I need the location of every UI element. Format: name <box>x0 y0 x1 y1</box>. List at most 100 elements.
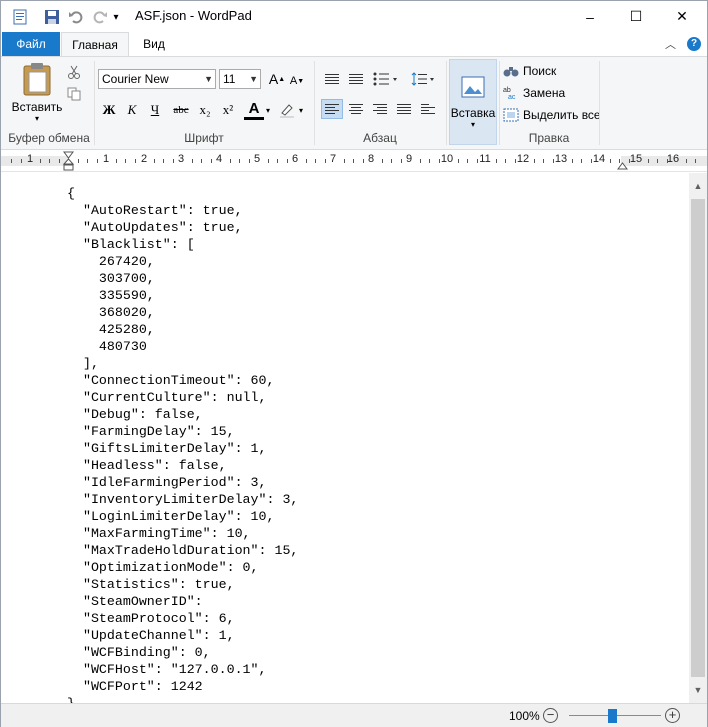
paste-label: Вставить <box>11 99 63 114</box>
bold-button[interactable]: Ж <box>99 100 119 120</box>
document-line: ], <box>67 356 99 371</box>
customize-toolbar-button[interactable]: ▾ <box>110 7 122 27</box>
replace-label: Замена <box>523 86 566 100</box>
paste-dropdown-icon[interactable]: ▾ <box>35 114 39 123</box>
tab-view[interactable]: Вид <box>134 32 174 56</box>
ruler-tick <box>572 159 573 163</box>
align-center-icon[interactable] <box>345 99 367 119</box>
ruler-number: 9 <box>405 153 413 165</box>
document-line: "SteamProtocol": 6, <box>67 611 235 626</box>
cut-icon[interactable] <box>65 63 83 81</box>
ruler-tick <box>543 159 544 163</box>
paragraph-settings-icon[interactable] <box>417 99 439 119</box>
ruler-number: 14 <box>592 153 606 165</box>
bullets-icon[interactable] <box>371 69 401 89</box>
font-size-select[interactable]: 11 ▼ <box>219 69 261 89</box>
strikethrough-button[interactable]: abc <box>169 100 193 120</box>
scroll-down-icon[interactable]: ▼ <box>689 681 707 699</box>
ribbon-tabs: Файл Главная Вид ︿ ? <box>1 32 707 56</box>
document-line: "IdleFarmingPeriod": 3, <box>67 475 267 490</box>
document-line: 303700, <box>67 271 155 286</box>
justify-icon[interactable] <box>393 99 415 119</box>
redo-icon[interactable] <box>89 7 111 27</box>
paragraph-group-label: Абзац <box>363 131 397 145</box>
find-button[interactable]: Поиск <box>503 64 556 78</box>
paste-button[interactable]: Вставить ▾ <box>9 61 65 123</box>
document-line: "GiftsLimiterDelay": 1, <box>67 441 267 456</box>
maximize-button[interactable]: ☐ <box>613 1 659 32</box>
document-line: "MaxTradeHoldDuration": 15, <box>67 543 299 558</box>
app-icon[interactable] <box>9 7 31 27</box>
ruler-number: 10 <box>440 153 454 165</box>
underline-button[interactable]: Ч <box>145 100 165 120</box>
insert-button[interactable]: Вставка ▾ <box>449 59 497 145</box>
align-left-icon[interactable] <box>321 99 343 119</box>
ruler-tick <box>439 159 440 163</box>
shrink-font-button[interactable]: A ▼ <box>289 71 305 91</box>
document-line: 335590, <box>67 288 155 303</box>
superscript-button[interactable]: x² <box>218 100 238 120</box>
document-area[interactable]: { "AutoRestart": true, "AutoUpdates": tr… <box>1 173 689 703</box>
right-indent-marker-icon[interactable] <box>617 159 628 173</box>
collapse-ribbon-icon[interactable]: ︿ <box>665 36 676 52</box>
zoom-in-button[interactable]: + <box>665 708 680 723</box>
ruler-tick <box>230 159 231 163</box>
select-all-button[interactable]: Выделить все <box>503 108 601 122</box>
chevron-down-icon: ▼ <box>249 74 258 84</box>
document-line: "Blacklist": [ <box>67 237 195 252</box>
ruler-tick <box>477 159 478 163</box>
zoom-slider-thumb[interactable] <box>608 709 617 723</box>
decrease-indent-icon[interactable] <box>321 69 343 89</box>
ruler-tick <box>401 159 402 163</box>
document-line: { <box>67 186 75 201</box>
picture-icon <box>461 76 485 97</box>
highlight-icon[interactable] <box>277 100 297 120</box>
ruler-number: 15 <box>629 153 643 165</box>
ruler-tick <box>429 159 430 163</box>
scroll-thumb[interactable] <box>691 199 705 677</box>
font-family-select[interactable]: Courier New ▼ <box>98 69 216 89</box>
indent-marker-icon[interactable] <box>62 151 75 174</box>
ruler-tick <box>287 159 288 163</box>
svg-text:ab: ab <box>503 87 511 94</box>
ruler-tick <box>515 159 516 163</box>
ruler-tick <box>78 159 79 163</box>
ruler-tick <box>21 159 22 163</box>
copy-icon[interactable] <box>65 85 83 103</box>
text-color-button[interactable]: A <box>244 100 264 120</box>
tab-file[interactable]: Файл <box>2 32 60 56</box>
scroll-up-icon[interactable]: ▲ <box>689 177 707 195</box>
ruler-tick <box>657 159 658 163</box>
help-icon[interactable]: ? <box>687 37 701 51</box>
minimize-button[interactable]: – <box>567 1 613 32</box>
increase-indent-icon[interactable] <box>345 69 367 89</box>
ruler-tick <box>353 159 354 163</box>
document-line: "LoginLimiterDelay": 10, <box>67 509 275 524</box>
document-line: 425280, <box>67 322 155 337</box>
document-line: "AutoUpdates": true, <box>67 220 243 235</box>
zoom-out-button[interactable]: − <box>543 708 558 723</box>
italic-button[interactable]: К <box>122 100 142 120</box>
text-color-dropdown-icon[interactable]: ▾ <box>264 103 272 117</box>
save-icon[interactable] <box>41 7 63 27</box>
close-button[interactable]: ✕ <box>659 1 705 32</box>
highlight-dropdown-icon[interactable]: ▾ <box>297 103 305 117</box>
ruler[interactable]: 1 1 2 3 4 5 6 7 8 9 10 11 12 13 14 15 16 <box>1 150 707 172</box>
ruler-tick <box>534 159 535 163</box>
ruler-tick <box>344 159 345 163</box>
tab-home[interactable]: Главная <box>61 32 129 56</box>
replace-button[interactable]: ab ac Замена <box>503 86 565 100</box>
document-line: "Debug": false, <box>67 407 203 422</box>
align-right-icon[interactable] <box>369 99 391 119</box>
binoculars-icon <box>503 67 519 77</box>
ruler-tick <box>49 159 50 163</box>
vertical-scrollbar[interactable]: ▲ ▼ <box>689 173 707 703</box>
line-spacing-icon[interactable] <box>409 69 437 89</box>
document-line: "Statistics": true, <box>67 577 235 592</box>
document-text[interactable]: { "AutoRestart": true, "AutoUpdates": tr… <box>67 185 346 703</box>
undo-icon[interactable] <box>65 7 87 27</box>
document-line: } <box>67 695 346 703</box>
subscript-button[interactable]: x₂ <box>195 100 215 120</box>
grow-font-button[interactable]: A ▲ <box>269 69 285 89</box>
ruler-tick <box>591 159 592 163</box>
